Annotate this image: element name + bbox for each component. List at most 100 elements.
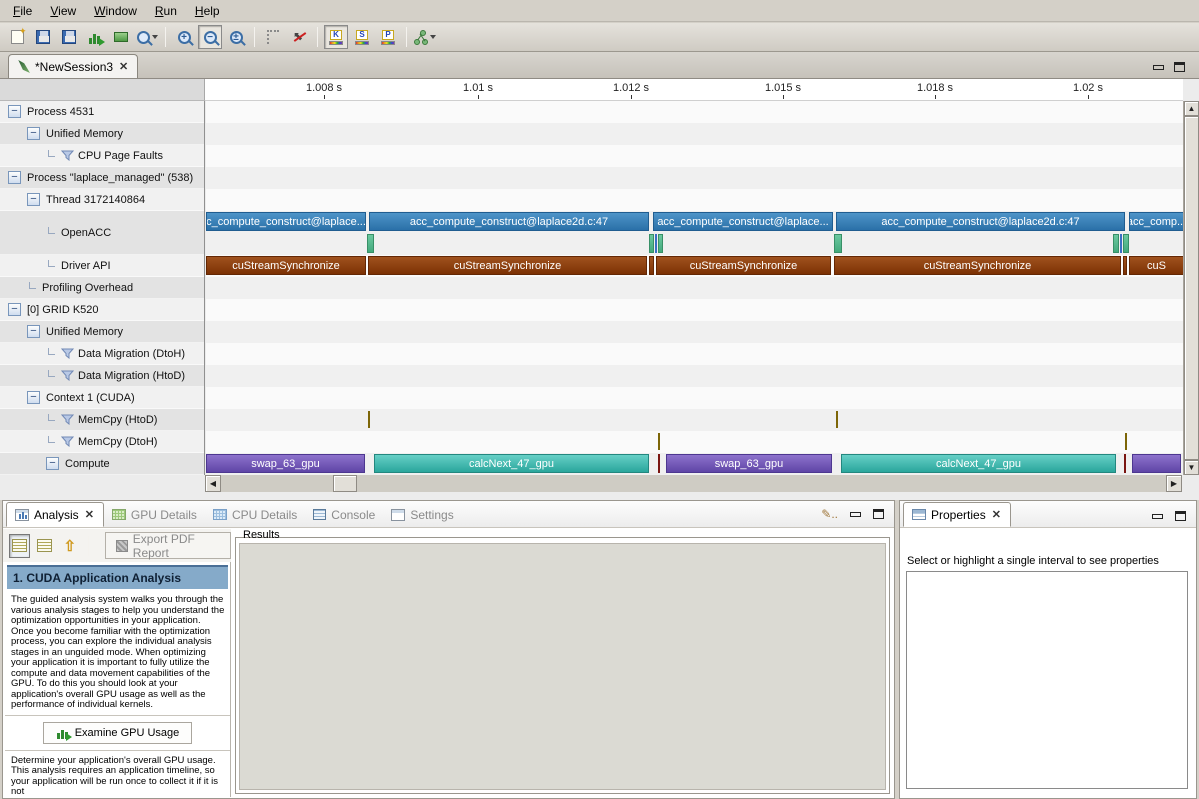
tree-row-data-migration-htod[interactable]: Data Migration (HtoD): [0, 365, 204, 387]
scroll-left-icon[interactable]: ◀: [205, 475, 221, 492]
timeline-interval[interactable]: cuS: [1129, 256, 1183, 275]
scroll-down-icon[interactable]: ▼: [1184, 460, 1199, 475]
openacc-event-mark[interactable]: [367, 234, 374, 253]
tab-console[interactable]: Console: [305, 502, 383, 527]
timeline-interval[interactable]: cuStreamSynchronize: [368, 256, 647, 275]
tree-row-0-grid-k520[interactable]: −[0] GRID K520: [0, 299, 204, 321]
zoom-search-button[interactable]: [135, 25, 159, 49]
export-pdf-button[interactable]: Export PDF Report: [105, 532, 231, 559]
timeline-interval[interactable]: calcNext_47_gpu: [374, 454, 649, 473]
close-icon[interactable]: ✕: [84, 508, 95, 521]
maximize-icon[interactable]: [873, 509, 884, 519]
openacc-event-mark[interactable]: [834, 234, 842, 253]
tree-row-process-4531[interactable]: −Process 4531: [0, 101, 204, 123]
menu-window[interactable]: Window: [85, 1, 146, 21]
vertical-scrollbar[interactable]: ▲ ▼: [1183, 101, 1199, 475]
zoom-fit-button[interactable]: ±: [224, 25, 248, 49]
tree-row-driver-api[interactable]: Driver API: [0, 255, 204, 277]
timeline-interval[interactable]: acc_compute_construct@laplace2d.c:47: [836, 212, 1125, 231]
timeline-interval[interactable]: swap_63_gpu: [666, 454, 832, 473]
back-stage-button[interactable]: ⇧: [59, 534, 80, 558]
tab-analysis[interactable]: Analysis ✕: [6, 502, 104, 527]
collapse-toggle-icon[interactable]: −: [27, 127, 40, 140]
stream-coloring-button[interactable]: S: [350, 25, 374, 49]
scroll-right-icon[interactable]: ▶: [1166, 475, 1182, 492]
maximize-icon[interactable]: [1175, 511, 1186, 521]
menu-file[interactable]: File: [4, 1, 41, 21]
tab-cpu-details[interactable]: CPU Details: [205, 502, 305, 527]
minimize-icon[interactable]: [850, 512, 861, 517]
tree-row-context-1-cuda[interactable]: −Context 1 (CUDA): [0, 387, 204, 409]
timeline-interval[interactable]: [1124, 454, 1126, 473]
tab-properties[interactable]: Properties ✕: [903, 502, 1011, 527]
tree-row-data-migration-dtoh[interactable]: Data Migration (DtoH): [0, 343, 204, 365]
session-tab[interactable]: *NewSession3 ✕: [8, 54, 138, 78]
timeline-interval[interactable]: swap_63_gpu: [206, 454, 365, 473]
openacc-event-mark[interactable]: [658, 234, 663, 253]
close-icon[interactable]: ✕: [991, 508, 1002, 521]
marker-ruler-button[interactable]: [261, 25, 285, 49]
openacc-event-mark[interactable]: [1120, 234, 1122, 253]
save-button[interactable]: [31, 25, 55, 49]
horizontal-scroll-thumb[interactable]: [333, 475, 357, 492]
openacc-event-mark[interactable]: [1123, 234, 1129, 253]
timeline-interval[interactable]: [649, 256, 654, 275]
unguided-analysis-button[interactable]: [34, 534, 55, 558]
new-session-button[interactable]: [5, 25, 29, 49]
guided-analysis-button[interactable]: [9, 534, 30, 558]
save-all-button[interactable]: [57, 25, 81, 49]
vertical-scroll-thumb[interactable]: [1184, 116, 1199, 460]
tab-gpu-details[interactable]: GPU Details: [104, 502, 205, 527]
timeline-interval[interactable]: cuStreamSynchronize: [206, 256, 366, 275]
timeline-interval[interactable]: [836, 411, 838, 428]
collapse-toggle-icon[interactable]: −: [8, 105, 21, 118]
scroll-up-icon[interactable]: ▲: [1184, 101, 1199, 116]
timeline-interval[interactable]: [658, 454, 660, 473]
profile-application-button[interactable]: [83, 25, 107, 49]
timeline-interval[interactable]: [1132, 454, 1181, 473]
tree-row-process-laplace-managed-538[interactable]: −Process "laplace_managed" (538): [0, 167, 204, 189]
collapse-toggle-icon[interactable]: −: [8, 171, 21, 184]
minimize-icon[interactable]: [1152, 514, 1163, 519]
menu-view[interactable]: View: [41, 1, 85, 21]
close-icon[interactable]: ✕: [118, 60, 129, 73]
timeline-interval[interactable]: c_compute_construct@laplace...: [206, 212, 366, 231]
kernel-coloring-button[interactable]: K: [324, 25, 348, 49]
tab-settings[interactable]: Settings: [383, 502, 461, 527]
examine-gpu-usage-button[interactable]: Examine GPU Usage: [43, 722, 193, 744]
analysis-menu-button[interactable]: [413, 25, 437, 49]
timeline-interval[interactable]: [658, 433, 660, 450]
ruler-scale[interactable]: 1.008 s1.01 s1.012 s1.015 s1.018 s1.02 s: [205, 79, 1183, 101]
edit-icon[interactable]: ✎..: [821, 507, 838, 521]
timeline-interval[interactable]: acc_compute_construct@laplace2d.c:47: [369, 212, 649, 231]
timeline-interval[interactable]: cuStreamSynchronize: [834, 256, 1121, 275]
tree-row-unified-memory[interactable]: −Unified Memory: [0, 123, 204, 145]
timeline-interval[interactable]: [1125, 433, 1127, 450]
timeline-interval[interactable]: calcNext_47_gpu: [841, 454, 1116, 473]
tree-row-profiling-overhead[interactable]: Profiling Overhead: [0, 277, 204, 299]
tree-row-unified-memory[interactable]: −Unified Memory: [0, 321, 204, 343]
menu-help[interactable]: Help: [186, 1, 229, 21]
timeline-interval[interactable]: [368, 411, 370, 428]
run-analysis-button[interactable]: [109, 25, 133, 49]
zoom-out-button[interactable]: −: [198, 25, 222, 49]
menu-run[interactable]: Run: [146, 1, 186, 21]
timeline-interval[interactable]: [1123, 256, 1127, 275]
collapse-toggle-icon[interactable]: −: [27, 193, 40, 206]
collapse-toggle-icon[interactable]: −: [27, 325, 40, 338]
tree-row-memcpy-dtoh[interactable]: MemCpy (DtoH): [0, 431, 204, 453]
timeline-interval[interactable]: acc_comp...: [1129, 212, 1183, 231]
minimize-icon[interactable]: [1153, 65, 1164, 70]
collapse-toggle-icon[interactable]: −: [27, 391, 40, 404]
tree-row-cpu-page-faults[interactable]: CPU Page Faults: [0, 145, 204, 167]
maximize-icon[interactable]: [1174, 62, 1185, 72]
tree-row-compute[interactable]: −Compute: [0, 453, 204, 475]
timeline-interval[interactable]: acc_compute_construct@laplace...: [653, 212, 833, 231]
openacc-event-mark[interactable]: [655, 234, 657, 253]
tree-row-thread-3172140864[interactable]: −Thread 3172140864: [0, 189, 204, 211]
tree-row-openacc[interactable]: OpenACC: [0, 211, 204, 255]
collapse-toggle-icon[interactable]: −: [46, 457, 59, 470]
tree-row-memcpy-htod[interactable]: MemCpy (HtoD): [0, 409, 204, 431]
openacc-event-mark[interactable]: [1113, 234, 1119, 253]
collapse-toggle-icon[interactable]: −: [8, 303, 21, 316]
